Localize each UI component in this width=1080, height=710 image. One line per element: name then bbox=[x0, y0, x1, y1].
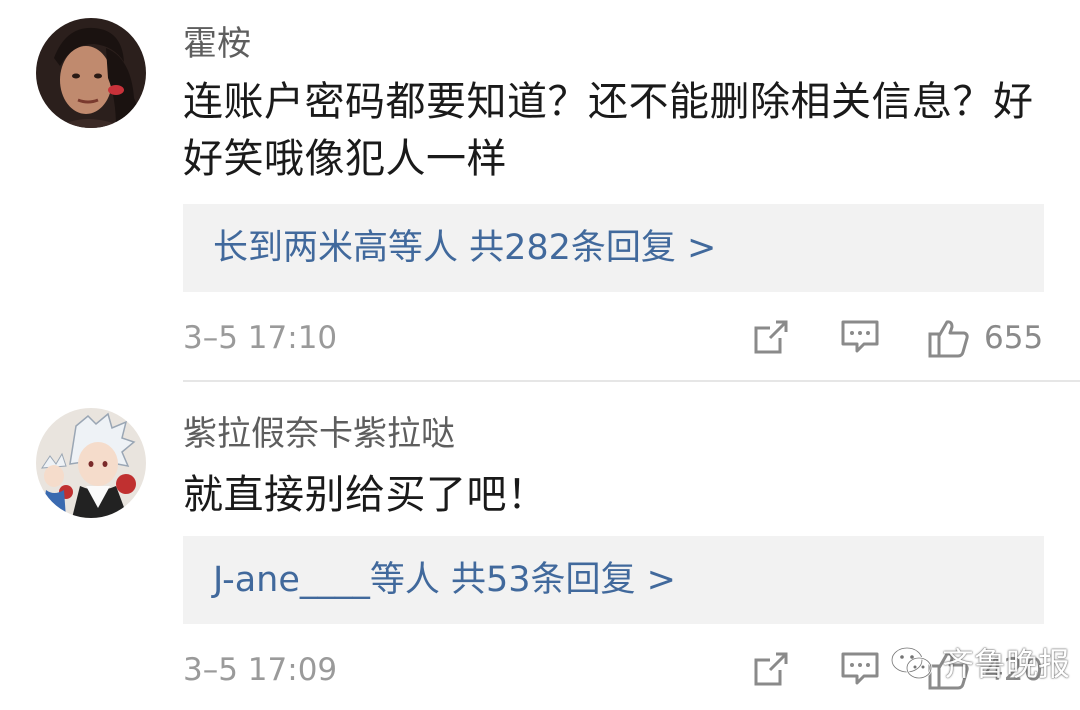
username[interactable]: 霍桉 bbox=[183, 24, 251, 64]
watermark-text: 齐鲁晚报 bbox=[942, 645, 1071, 683]
comment-text: 就直接别给买了吧！ bbox=[183, 472, 548, 518]
timestamp: 3–5 17:10 bbox=[183, 320, 338, 356]
username[interactable]: 紫拉假奈卡紫拉哒 bbox=[183, 414, 455, 454]
comment-icon bbox=[841, 320, 879, 353]
watermark: 齐鲁晚报 bbox=[890, 645, 1070, 683]
user-avatar-anime-icon bbox=[36, 408, 146, 518]
comment-icon bbox=[841, 652, 879, 685]
thumbs-up-icon bbox=[928, 320, 969, 358]
comment-item: 霍桉 连账户密码都要知道？还不能删除相关信息？好好笑哦像犯人一样 长到两米高等人… bbox=[0, 0, 1080, 382]
timestamp: 3–5 17:09 bbox=[183, 652, 338, 688]
like-button[interactable]: 655 bbox=[928, 318, 1043, 358]
share-button[interactable] bbox=[752, 318, 790, 356]
replies-summary: J-ane____等人 共53条回复 > bbox=[213, 560, 676, 600]
share-icon bbox=[754, 652, 788, 686]
avatar[interactable] bbox=[36, 408, 146, 518]
share-button[interactable] bbox=[752, 650, 790, 688]
comment-text: 连账户密码都要知道？还不能删除相关信息？好好笑哦像犯人一样 bbox=[183, 79, 1034, 182]
comment-button[interactable] bbox=[840, 650, 880, 688]
avatar[interactable] bbox=[36, 18, 146, 128]
replies-link[interactable]: 长到两米高等人 共282条回复 > bbox=[183, 204, 1044, 292]
comment-button[interactable] bbox=[840, 318, 880, 356]
replies-link[interactable]: J-ane____等人 共53条回复 > bbox=[183, 536, 1044, 624]
replies-summary: 长到两米高等人 共282条回复 > bbox=[213, 228, 717, 268]
wechat-icon bbox=[890, 646, 933, 680]
share-icon bbox=[754, 320, 788, 354]
user-avatar-photo-icon bbox=[36, 18, 146, 128]
like-count: 655 bbox=[984, 320, 1044, 356]
